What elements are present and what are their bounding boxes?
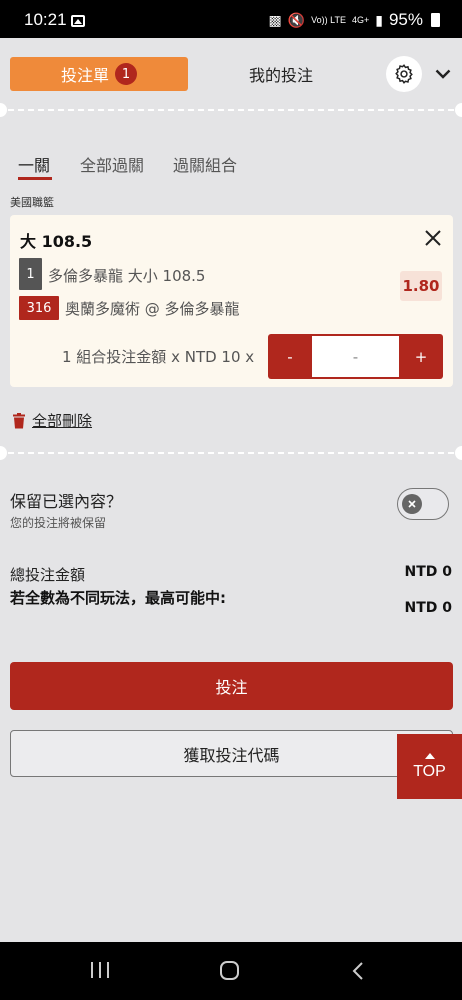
collapse-button[interactable]	[432, 62, 454, 86]
bet-card: 大 108.5 1 多倫多暴龍 大小 108.5 316 奧蘭多魔術 @ 多倫多…	[10, 215, 453, 387]
ticket-notch	[455, 446, 462, 460]
top-label: TOP	[413, 762, 446, 780]
ticket-notch	[455, 103, 462, 117]
remove-bet-button[interactable]	[422, 227, 444, 249]
place-bet-button[interactable]: 投注	[10, 662, 453, 710]
battery-percent: 95%	[388, 10, 423, 29]
selection-title: 大 108.5	[20, 232, 93, 251]
delete-all-label: 全部刪除	[32, 412, 93, 430]
gear-icon	[395, 64, 413, 84]
stake-stepper: - - +	[268, 334, 443, 379]
toggle-knob	[402, 494, 422, 514]
chevron-down-icon	[435, 69, 451, 79]
total-stake-label: 總投注金額	[10, 566, 86, 584]
back-icon[interactable]	[352, 961, 364, 981]
event-description: 奧蘭多魔術 @ 多倫多暴龍	[65, 300, 240, 318]
status-icons: ▩ 🔇 Vo)) LTE 4G+ ▮ 95%	[268, 10, 440, 30]
get-bet-code-button[interactable]: 獲取投注代碼	[10, 730, 453, 777]
delete-all-button[interactable]: 全部刪除	[12, 410, 92, 431]
close-icon	[408, 500, 416, 508]
home-icon[interactable]	[220, 961, 239, 980]
navigation-bar	[0, 942, 462, 1000]
leg-number: 1	[19, 258, 42, 290]
settings-button[interactable]	[386, 56, 422, 92]
tab-my-bets[interactable]: 我的投注	[206, 57, 356, 91]
separator	[8, 452, 454, 454]
tab-betslip[interactable]: 投注單 1	[10, 57, 188, 91]
leg-description: 多倫多暴龍 大小 108.5	[48, 267, 206, 285]
network-type: 4G+	[351, 14, 370, 25]
recent-apps-icon[interactable]	[91, 962, 109, 978]
betslip-count-badge: 1	[115, 63, 137, 85]
status-bar: 10:21 ▩ 🔇 Vo)) LTE 4G+ ▮ 95%	[0, 0, 462, 38]
total-stake-value: NTD 0	[404, 564, 452, 580]
lock-icon: ▩	[268, 11, 282, 28]
battery-icon	[431, 13, 440, 27]
retain-subtitle: 您的投注將被保留	[10, 516, 107, 530]
max-win-label: 若全數為不同玩法，最高可能中:	[10, 589, 227, 607]
tab-all-parlay[interactable]: 全部過關	[80, 152, 144, 176]
signal-icon: ▮	[375, 11, 383, 28]
stake-increase-button[interactable]: +	[399, 334, 443, 379]
stake-label: 1 組合投注金額 x NTD 10 x	[62, 348, 255, 366]
ticket-notch	[0, 446, 7, 460]
betslip-label: 投注單	[60, 66, 109, 85]
tab-single[interactable]: 一關	[18, 152, 50, 176]
retain-title: 保留已選內容？	[10, 492, 123, 511]
arrow-up-icon	[424, 752, 435, 759]
back-to-top-button[interactable]: TOP	[397, 734, 462, 799]
stake-decrease-button[interactable]: -	[268, 334, 312, 379]
status-time: 10:21	[24, 10, 67, 29]
mute-icon: 🔇	[287, 11, 306, 28]
league-name: 美國職籃	[10, 196, 54, 209]
odds-value: 1.80	[400, 271, 442, 301]
event-number: 316	[19, 296, 59, 320]
volte-icon: Vo)) LTE	[311, 14, 346, 25]
image-notification-icon	[71, 15, 85, 27]
trash-icon	[13, 412, 25, 428]
tab-parlay-combo[interactable]: 過關組合	[173, 152, 237, 176]
close-icon	[425, 230, 441, 246]
separator	[8, 109, 454, 111]
stake-input[interactable]: -	[312, 336, 399, 377]
retain-toggle[interactable]	[397, 488, 449, 520]
max-win-value: NTD 0	[404, 600, 452, 616]
active-tab-indicator	[18, 177, 52, 180]
